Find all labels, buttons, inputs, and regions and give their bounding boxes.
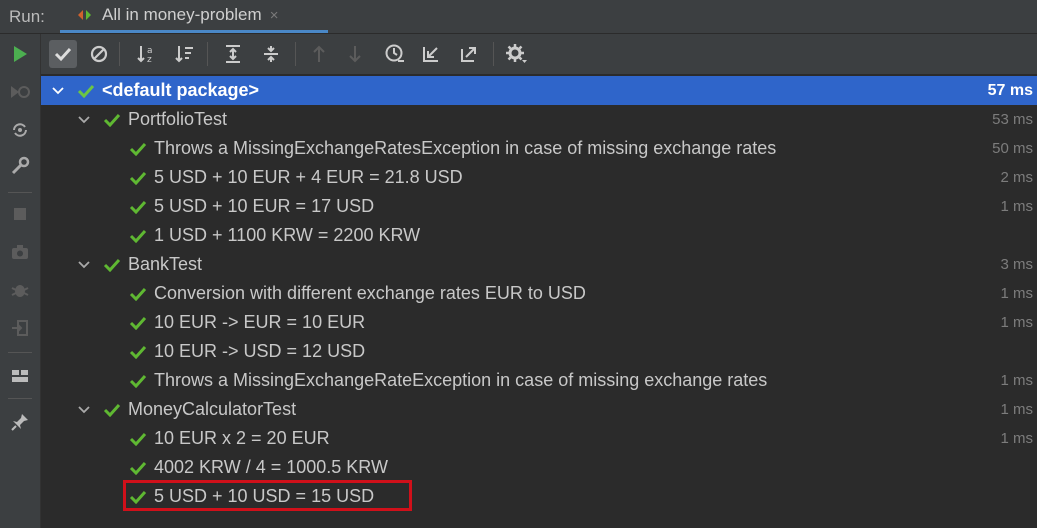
- export-results-icon[interactable]: [455, 40, 483, 68]
- show-passed-icon[interactable]: [49, 40, 77, 68]
- duration-label: 57 ms: [987, 81, 1033, 99]
- debug-icon[interactable]: [8, 278, 32, 302]
- duration-label: 1 ms: [1000, 198, 1033, 215]
- duration-label: 1 ms: [1000, 314, 1033, 331]
- settings-icon[interactable]: [503, 40, 531, 68]
- tree-row-test[interactable]: Throws a MissingExchangeRateException in…: [41, 366, 1037, 395]
- previous-failed-icon[interactable]: [305, 40, 333, 68]
- tree-row-label: BankTest: [128, 254, 203, 274]
- rerun-failed-icon[interactable]: [8, 80, 32, 104]
- chevron-down-icon[interactable]: [77, 258, 91, 272]
- tree-row-test[interactable]: 1 USD + 1100 KRW = 2200 KRW: [41, 221, 1037, 250]
- tree-row-label: Throws a MissingExchangeRatesException i…: [154, 138, 777, 158]
- duration-label: 53 ms: [992, 111, 1033, 128]
- duration-label: 1 ms: [1000, 372, 1033, 389]
- passed-check-icon: [129, 431, 147, 447]
- passed-check-icon: [129, 373, 147, 389]
- tree-row-label: Conversion with different exchange rates…: [154, 283, 586, 303]
- tree-row-group[interactable]: PortfolioTest 53 ms: [41, 105, 1037, 134]
- duration-label: 1 ms: [1000, 285, 1033, 302]
- exit-icon[interactable]: [8, 316, 32, 340]
- passed-check-icon: [103, 402, 121, 418]
- tree-row-test[interactable]: 10 EUR x 2 = 20 EUR 1 ms: [41, 424, 1037, 453]
- close-tab-icon[interactable]: ×: [270, 7, 279, 24]
- passed-check-icon: [103, 112, 121, 128]
- passed-check-icon: [103, 257, 121, 273]
- passed-check-icon: [129, 286, 147, 302]
- pin-icon[interactable]: [8, 410, 32, 434]
- passed-check-icon: [129, 141, 147, 157]
- tree-row-root[interactable]: <default package> 57 ms: [41, 76, 1037, 105]
- tree-row-test[interactable]: 5 USD + 10 EUR + 4 EUR = 21.8 USD 2 ms: [41, 163, 1037, 192]
- tree-row-test[interactable]: Throws a MissingExchangeRatesException i…: [41, 134, 1037, 163]
- layout-icon[interactable]: [8, 364, 32, 388]
- run-label: Run:: [9, 6, 45, 26]
- run-config-icon: [76, 8, 96, 22]
- tree-row-label: Throws a MissingExchangeRateException in…: [154, 370, 768, 390]
- sort-alphabetically-icon[interactable]: az: [133, 40, 161, 68]
- run-toolwindow-header: Run: All in money-problem ×: [0, 0, 1037, 34]
- tree-row-label: 4002 KRW / 4 = 1000.5 KRW: [154, 457, 388, 477]
- tree-row-test[interactable]: 10 EUR -> EUR = 10 EUR 1 ms: [41, 308, 1037, 337]
- import-tests-icon[interactable]: [417, 40, 445, 68]
- passed-check-icon: [129, 460, 147, 476]
- tree-row-test[interactable]: 4002 KRW / 4 = 1000.5 KRW: [41, 453, 1037, 482]
- toggle-auto-test-icon[interactable]: [8, 118, 32, 142]
- duration-label: 50 ms: [992, 140, 1033, 157]
- passed-check-icon: [77, 83, 95, 99]
- sort-by-duration-icon[interactable]: [171, 40, 199, 68]
- tree-row-label: PortfolioTest: [128, 109, 228, 129]
- tree-row-label: MoneyCalculatorTest: [128, 399, 297, 419]
- duration-label: 1 ms: [1000, 430, 1033, 447]
- expand-all-icon[interactable]: [219, 40, 247, 68]
- duration-label: 3 ms: [1000, 256, 1033, 273]
- show-ignored-icon[interactable]: [85, 40, 113, 68]
- tree-row-label: <default package>: [102, 80, 260, 100]
- test-results-tree: <default package> 57 ms PortfolioTest 53…: [41, 74, 1037, 528]
- collapse-all-icon[interactable]: [257, 40, 285, 68]
- passed-check-icon: [129, 170, 147, 186]
- passed-check-icon: [129, 344, 147, 360]
- stop-icon[interactable]: [8, 202, 32, 226]
- tree-row-label: 10 EUR -> USD = 12 USD: [154, 341, 366, 361]
- run-icon[interactable]: [8, 42, 32, 66]
- tree-row-label: 10 EUR -> EUR = 10 EUR: [154, 312, 366, 332]
- chevron-down-icon[interactable]: [51, 84, 65, 98]
- tree-row-test[interactable]: Conversion with different exchange rates…: [41, 279, 1037, 308]
- tree-row-label: 1 USD + 1100 KRW = 2200 KRW: [154, 225, 421, 245]
- run-tab-title: All in money-problem: [102, 5, 262, 24]
- passed-check-icon: [129, 315, 147, 331]
- tree-row-test[interactable]: 10 EUR -> USD = 12 USD: [41, 337, 1037, 366]
- tree-row-label: 5 USD + 10 EUR = 17 USD: [154, 196, 375, 216]
- left-toolbar: [0, 34, 41, 528]
- camera-icon[interactable]: [8, 240, 32, 264]
- duration-label: 1 ms: [1000, 401, 1033, 418]
- wrench-icon[interactable]: [8, 154, 32, 178]
- svg-text:z: z: [147, 55, 152, 64]
- tree-row-label: 10 EUR x 2 = 20 EUR: [154, 428, 330, 448]
- highlight-box: [123, 480, 412, 511]
- next-failed-icon[interactable]: [341, 40, 369, 68]
- test-toolbar: az: [41, 34, 1037, 74]
- passed-check-icon: [129, 228, 147, 244]
- duration-label: 2 ms: [1000, 169, 1033, 186]
- tree-row-label: 5 USD + 10 EUR + 4 EUR = 21.8 USD: [154, 167, 463, 187]
- tree-row-group[interactable]: BankTest 3 ms: [41, 250, 1037, 279]
- chevron-down-icon[interactable]: [77, 403, 91, 417]
- run-tab[interactable]: All in money-problem ×: [60, 0, 328, 33]
- tree-row-test[interactable]: 5 USD + 10 EUR = 17 USD 1 ms: [41, 192, 1037, 221]
- tree-row-group[interactable]: MoneyCalculatorTest 1 ms: [41, 395, 1037, 424]
- chevron-down-icon[interactable]: [77, 113, 91, 127]
- test-history-icon[interactable]: [381, 40, 409, 68]
- passed-check-icon: [129, 199, 147, 215]
